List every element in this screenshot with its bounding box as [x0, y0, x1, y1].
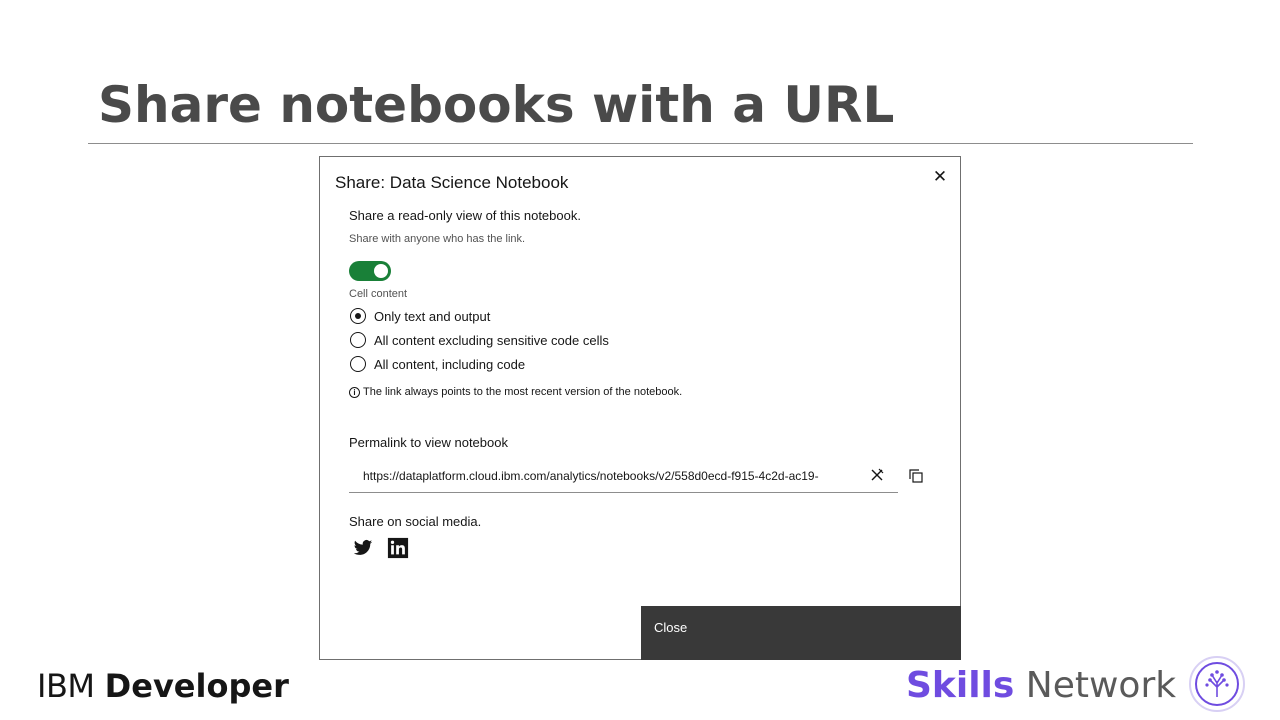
share-helper-text: Share with anyone who has the link. — [349, 233, 526, 245]
info-icon: i — [349, 386, 360, 398]
share-toggle[interactable] — [349, 261, 391, 281]
info-note-text: The link always points to the most recen… — [363, 386, 683, 398]
close-icon[interactable]: ✕ — [930, 167, 950, 187]
clear-edit-icon[interactable] — [869, 467, 885, 483]
share-modal: Share: Data Science Notebook ✕ Share a r… — [319, 156, 961, 660]
radio-button[interactable] — [350, 332, 366, 348]
radio-label: All content, including code — [374, 356, 526, 372]
radio-option-all-content[interactable]: All content, including code — [350, 355, 525, 373]
copy-icon[interactable] — [908, 468, 924, 484]
permalink-field[interactable]: https://dataplatform.cloud.ibm.com/analy… — [349, 459, 898, 493]
skills-logo-text: Skills — [906, 665, 1015, 706]
radio-option-excluding-sensitive[interactable]: All content excluding sensitive code cel… — [350, 331, 609, 349]
ibm-logo-text: IBM — [37, 667, 95, 705]
radio-button[interactable] — [350, 356, 366, 372]
radio-button-checked[interactable] — [350, 308, 366, 324]
radio-label: Only text and output — [374, 308, 491, 324]
permalink-url[interactable]: https://dataplatform.cloud.ibm.com/analy… — [363, 469, 863, 483]
share-description: Share a read-only view of this notebook. — [349, 208, 581, 223]
ibm-developer-logo: IBM Developer — [37, 667, 289, 705]
skills-network-logo: Skills Network — [906, 665, 1176, 706]
slide-title: Share notebooks with a URL — [98, 76, 895, 134]
developer-logo-text: Developer — [104, 667, 289, 705]
info-note: i The link always points to the most rec… — [349, 386, 682, 398]
close-button[interactable]: Close — [641, 606, 961, 660]
radio-label: All content excluding sensitive code cel… — [374, 332, 609, 348]
toggle-knob — [374, 264, 388, 278]
social-media-label: Share on social media. — [349, 514, 482, 529]
radio-option-text-output[interactable]: Only text and output — [350, 307, 490, 325]
permalink-label: Permalink to view notebook — [349, 435, 508, 450]
skills-network-tree-icon — [1189, 656, 1245, 712]
cell-content-label: Cell content — [349, 288, 408, 300]
linkedin-icon[interactable] — [387, 537, 409, 559]
title-divider — [88, 143, 1193, 144]
twitter-icon[interactable] — [353, 538, 373, 558]
network-logo-text: Network — [1025, 665, 1177, 706]
modal-heading: Share: Data Science Notebook — [335, 173, 569, 192]
